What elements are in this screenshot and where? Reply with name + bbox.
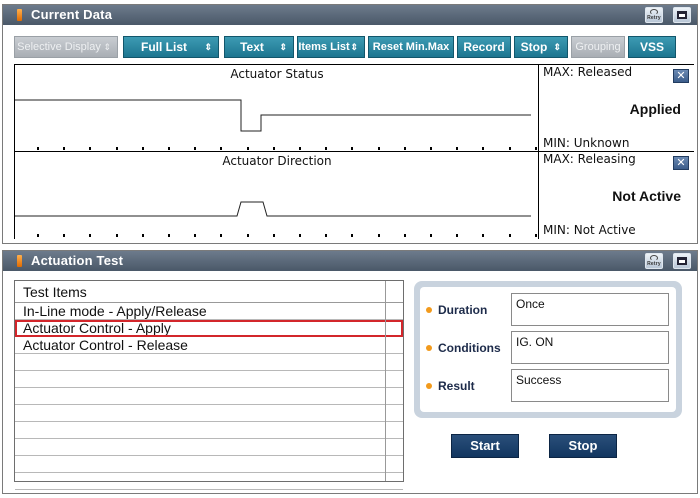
conditions-label: Conditions [426,341,501,355]
start-button[interactable]: Start [451,434,519,458]
column-divider [385,281,386,481]
status-signal-line [15,99,531,132]
stop-select-button[interactable]: Stop ⇕ [514,36,568,58]
stop-button[interactable]: Stop [549,434,617,458]
updown-arrow-icon: ⇕ [553,42,561,52]
stop-select-label: Stop [520,40,548,54]
duration-field: Once [511,293,669,326]
retry-label: Retry [647,15,661,21]
conditions-row: Conditions IG. ON [426,331,670,365]
close-graph-icon[interactable]: ✕ [673,69,689,83]
max-label: MAX: Released [543,65,633,79]
actuation-test-title: Actuation Test [31,253,124,268]
current-value: Not Active [612,188,681,204]
graph-info: MAX: Releasing Not Active MIN: Not Activ… [539,152,695,239]
bullet-icon [426,383,432,389]
selective-display-button: Selective Display ⇕ [14,36,118,58]
vss-label: VSS [639,40,664,54]
graph-plot: Actuator Status [15,65,539,152]
test-info-box: Duration Once Conditions IG. ON Result S… [414,281,682,418]
retry-icon[interactable]: Retry [645,7,663,23]
close-graph-icon[interactable]: ✕ [673,156,689,170]
actuation-test-titlebar: Actuation Test Retry [3,251,697,271]
selective-display-label: Selective Display [17,41,101,53]
empty-row [15,405,403,422]
current-data-title: Current Data [31,7,113,22]
empty-row [15,490,403,498]
title-marker-icon [17,255,22,267]
reset-min-max-button[interactable]: Reset Min.Max [368,36,454,58]
test-item-row-selected[interactable]: Actuator Control - Apply [15,320,403,337]
actuator-direction-graph: Actuator Direction MAX: Releasing Not Ac… [14,151,694,239]
x-axis-ticks [37,234,537,238]
graph-plot: Actuator Direction [15,152,539,239]
actuator-status-trace [15,99,531,132]
grouping-label: Grouping [575,41,621,53]
result-field: Success [511,369,669,402]
retry-label: Retry [647,261,661,267]
empty-row [15,422,403,439]
test-items-table: Test Items In-Line mode - Apply/Release … [14,280,404,490]
min-label: MIN: Unknown [543,136,630,150]
record-button[interactable]: Record [457,36,511,58]
updown-arrow-icon: ⇕ [279,42,287,52]
retry-icon[interactable]: Retry [645,253,663,269]
reset-min-max-label: Reset Min.Max [372,41,450,53]
full-list-label: Full List [141,40,187,54]
bullet-icon [426,307,432,313]
direction-signal-line [15,201,531,217]
record-label: Record [463,40,505,54]
graph-info: MAX: Released Applied MIN: Unknown ✕ [539,65,695,152]
window-toggle-icon[interactable] [673,7,691,23]
actuator-status-graph: Actuator Status MAX: Released Applied MI… [14,64,694,152]
updown-arrow-icon: ⇕ [350,42,358,52]
test-item-row[interactable]: Actuator Control - Release [15,337,403,354]
updown-arrow-icon: ⇕ [204,42,212,52]
conditions-field: IG. ON [511,331,669,364]
empty-row [15,439,403,456]
table-header: Test Items [15,281,403,303]
window-toggle-icon[interactable] [673,253,691,269]
test-info-inner: Duration Once Conditions IG. ON Result S… [420,287,676,412]
items-list-label: Items List [298,41,350,53]
text-button[interactable]: Text ⇕ [224,36,294,58]
test-item-row[interactable]: In-Line mode - Apply/Release [15,303,403,320]
result-label: Result [426,379,475,393]
empty-row [15,371,403,388]
text-label: Text [240,40,264,54]
vss-button[interactable]: VSS [628,36,676,58]
empty-row [15,473,403,490]
full-list-button[interactable]: Full List ⇕ [123,36,219,58]
max-label: MAX: Releasing [543,152,636,166]
empty-row [15,388,403,405]
current-value: Applied [629,101,681,117]
bullet-icon [426,345,432,351]
actuator-direction-trace [15,201,531,217]
duration-label: Duration [426,303,487,317]
items-list-button[interactable]: Items List ⇕ [297,36,365,58]
title-marker-icon [17,9,22,21]
duration-row: Duration Once [426,293,670,327]
current-data-titlebar: Current Data Retry [3,5,697,25]
empty-row [15,354,403,371]
min-label: MIN: Not Active [543,223,636,237]
result-row: Result Success [426,369,670,403]
empty-row [15,456,403,473]
grouping-button: Grouping [571,36,625,58]
updown-arrow-icon: ⇕ [103,42,111,52]
